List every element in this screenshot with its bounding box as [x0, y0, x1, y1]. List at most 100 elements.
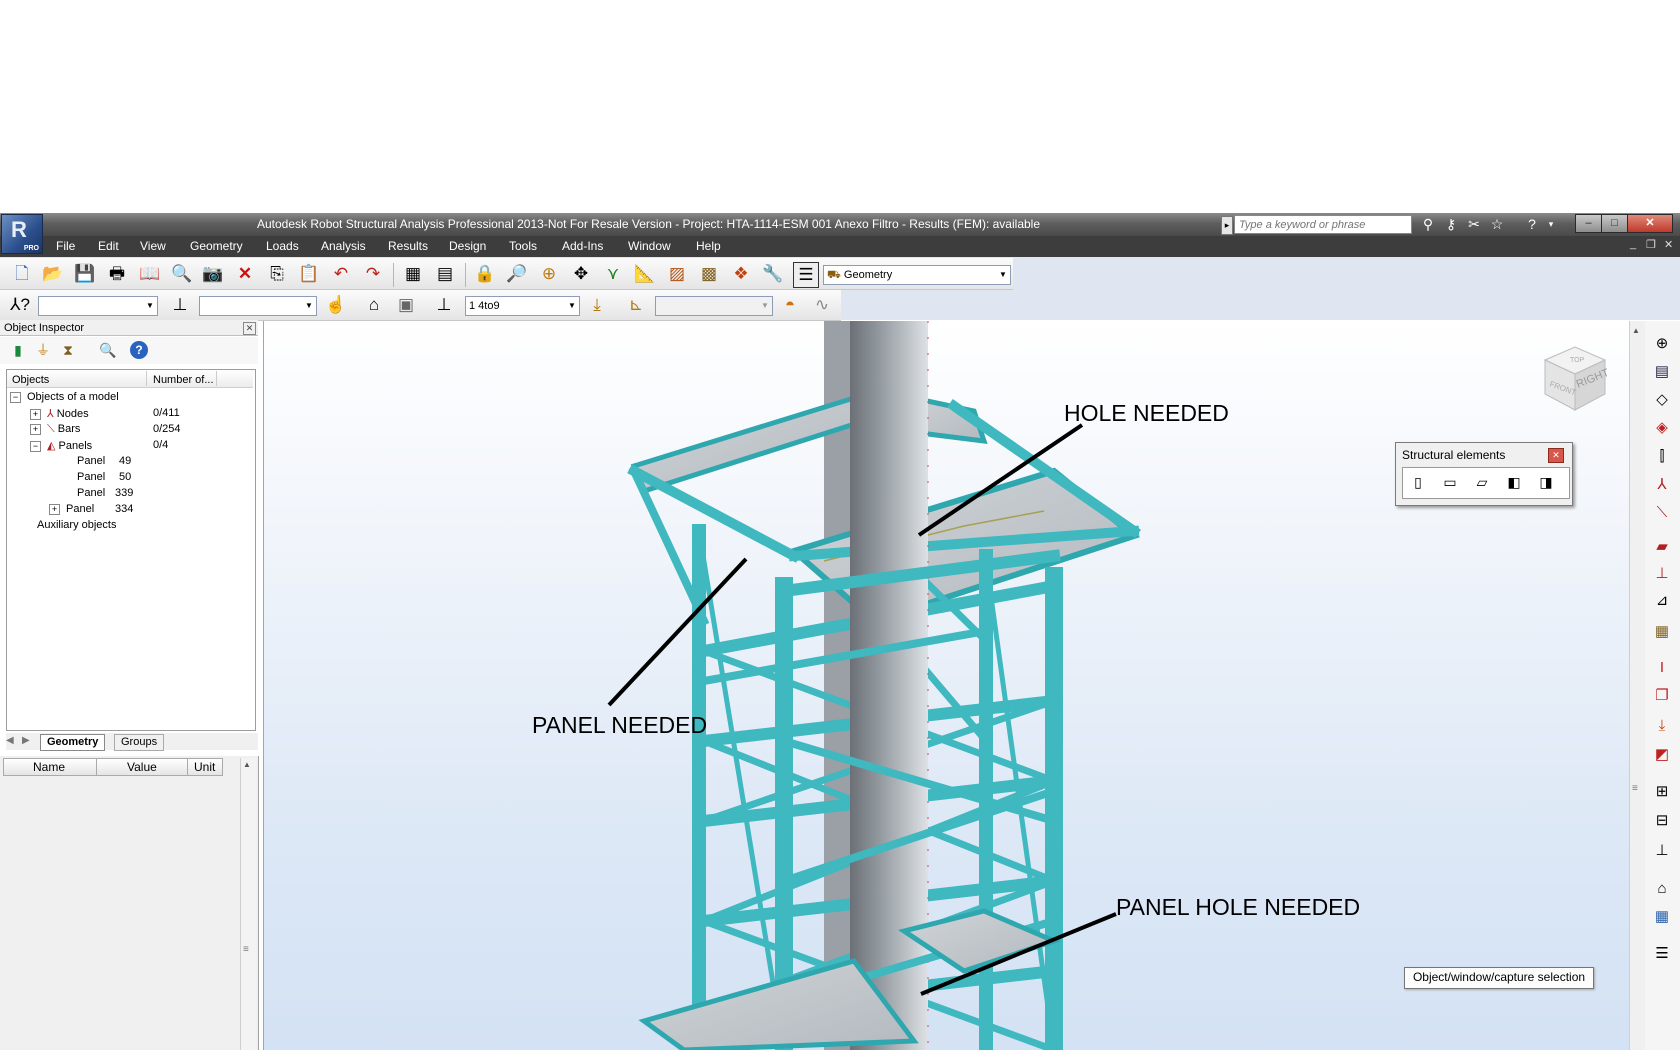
tab-geometry[interactable]: Geometry — [40, 734, 106, 751]
tab-groups[interactable]: Groups — [114, 734, 165, 751]
modes-icon[interactable]: ◓ — [778, 293, 802, 317]
copy-icon[interactable]: ⎘ — [265, 262, 289, 286]
beam-element-icon[interactable]: ▭ — [1438, 471, 1462, 493]
dimension-icon[interactable]: ⊞ — [1650, 781, 1674, 803]
animation-icon[interactable]: ∿ — [810, 293, 834, 317]
communication-center-icon[interactable]: ✂ — [1464, 215, 1484, 234]
doc-minimize-icon[interactable]: _ — [1630, 238, 1636, 250]
render-3d-icon[interactable]: ❖ — [729, 262, 753, 286]
menu-design[interactable]: Design — [449, 239, 486, 253]
releases-icon[interactable]: ⊿ — [1650, 590, 1674, 612]
layout-combo[interactable]: ⛟ Geometry ▼ — [823, 265, 1011, 285]
doc-close-icon[interactable]: ✕ — [1664, 238, 1673, 251]
section-icon[interactable]: I — [1650, 657, 1674, 679]
menu-window[interactable]: Window — [628, 239, 671, 253]
print-preview-icon[interactable]: 📖 — [138, 262, 162, 286]
viewport-scrollbar[interactable] — [1629, 321, 1645, 1050]
node-selection-combo[interactable]: ▼ — [38, 296, 158, 316]
menu-tools[interactable]: Tools — [509, 239, 537, 253]
mode-icon[interactable]: ⊾ — [624, 293, 648, 317]
expand-icon[interactable]: + — [49, 503, 60, 515]
bar-selection-icon[interactable]: ⊥ — [168, 293, 192, 317]
maximize-button[interactable]: □ — [1601, 214, 1628, 233]
doc-restore-icon[interactable]: ❐ — [1646, 238, 1656, 251]
loads-icon[interactable]: ⤓ — [1650, 715, 1674, 737]
table-icon[interactable]: ▦ — [1650, 906, 1674, 928]
stack-icon[interactable]: ☰ — [1650, 943, 1674, 965]
collapse-icon[interactable]: − — [30, 440, 41, 452]
panels-icon[interactable]: ▰ — [1650, 536, 1674, 558]
structure-3d-view[interactable] — [264, 321, 1630, 1050]
layout-selection-icon[interactable]: ☰ — [793, 262, 819, 288]
thickness-icon[interactable]: ◩ — [1650, 744, 1674, 766]
menu-edit[interactable]: Edit — [98, 239, 119, 253]
display-settings-icon[interactable]: ▤ — [1650, 361, 1674, 383]
scroll-up-icon[interactable]: ▲ — [243, 760, 251, 769]
node-numbering-icon[interactable]: ⊕ — [1650, 333, 1674, 355]
search-input[interactable] — [1234, 215, 1412, 234]
open-file-icon[interactable]: 📂 — [41, 262, 65, 286]
camera-icon[interactable]: 📷 — [201, 262, 225, 286]
display-icon[interactable]: ▩ — [697, 262, 721, 286]
zoom-all-icon[interactable]: ⊕ — [537, 262, 561, 286]
menu-add-ins[interactable]: Add-Ins — [562, 239, 603, 253]
column-element-icon[interactable]: ▯ — [1406, 471, 1430, 493]
expand-icon[interactable]: + — [30, 408, 41, 420]
redo-icon[interactable]: ↷ — [361, 262, 385, 286]
favorites-star-icon[interactable]: ☆ — [1487, 215, 1507, 234]
frame-icon[interactable]: ⌂ — [362, 293, 386, 317]
calculator-icon[interactable]: ▦ — [401, 262, 425, 286]
close-button[interactable]: ✕ — [1627, 214, 1673, 233]
filter-icon[interactable]: ⏚ — [32, 339, 54, 361]
export-icon[interactable]: ▮ — [7, 339, 29, 361]
collapse-icon[interactable]: − — [10, 391, 21, 403]
close-icon[interactable]: ✕ — [1548, 448, 1564, 463]
menu-file[interactable]: File — [56, 239, 75, 253]
measure-icon[interactable]: 📐 — [633, 262, 657, 286]
lock-icon[interactable]: 🔒 — [473, 262, 497, 286]
menu-analysis[interactable]: Analysis — [321, 239, 366, 253]
minimize-button[interactable]: ‒ — [1575, 214, 1602, 233]
menu-loads[interactable]: Loads — [266, 239, 299, 253]
building-icon[interactable]: ⌂ — [1650, 878, 1674, 900]
screen-capture-icon[interactable]: 🔍 — [170, 262, 194, 286]
tree-item-panel[interactable]: Panel — [77, 471, 105, 483]
hourglass-icon[interactable]: ⧗ — [57, 339, 79, 361]
tree-item-auxiliary[interactable]: Auxiliary objects — [37, 519, 116, 531]
pan-icon[interactable]: ✥ — [569, 262, 593, 286]
tree-item-panel[interactable]: Panel — [77, 487, 105, 499]
help-dropdown-icon[interactable]: ▾ — [1541, 215, 1561, 234]
opening-element-icon[interactable]: ◨ — [1534, 471, 1558, 493]
tree-item-panels[interactable]: − ◭ Panels — [30, 439, 92, 452]
new-file-icon[interactable]: 🗋 — [10, 262, 34, 286]
structure-view-icon[interactable]: ⋎ — [601, 262, 625, 286]
properties-scrollbar[interactable] — [240, 758, 256, 1050]
lasso-selection-icon[interactable]: ◇ — [1650, 389, 1674, 411]
case-down-icon[interactable]: ⤓ — [585, 293, 609, 317]
search-icon[interactable]: 🔍 — [97, 339, 119, 361]
tab-scroll-left-icon[interactable]: ◀ — [6, 735, 14, 746]
zoom-icon[interactable]: 🔎 — [505, 262, 529, 286]
frame-2d-icon[interactable]: ⊥ — [1650, 840, 1674, 862]
tree-item-panel[interactable]: + Panel — [49, 503, 94, 515]
menu-help[interactable]: Help — [696, 239, 721, 253]
paste-icon[interactable]: 📋 — [297, 262, 321, 286]
menu-results[interactable]: Results — [388, 239, 428, 253]
column-name[interactable]: Name — [33, 760, 65, 774]
tab-scroll-right-icon[interactable]: ▶ — [22, 735, 30, 746]
section-view-icon[interactable]: ▨ — [665, 262, 689, 286]
cases-icon[interactable]: ▣ — [394, 293, 418, 317]
case-selection-icon[interactable]: ⊥ — [432, 293, 456, 317]
axis-definition-icon[interactable]: ⫿ — [1650, 446, 1674, 468]
node-selection-icon[interactable]: ⅄? — [8, 293, 32, 317]
column-objects[interactable]: Objects — [12, 374, 49, 386]
tree-item-objects-of-model[interactable]: − Objects of a model — [10, 391, 119, 403]
nodes-icon[interactable]: ⅄ — [1650, 474, 1674, 496]
materials-icon[interactable]: ❐ — [1650, 685, 1674, 707]
structure-type-icon[interactable]: ◈ — [1650, 417, 1674, 439]
scroll-up-icon[interactable]: ▲ — [1632, 326, 1640, 335]
close-icon[interactable]: ✕ — [243, 322, 256, 335]
case-combo[interactable]: 1 4to9 ▼ — [465, 296, 580, 316]
help-icon[interactable]: ? — [1522, 215, 1542, 234]
expand-icon[interactable]: + — [30, 423, 41, 435]
